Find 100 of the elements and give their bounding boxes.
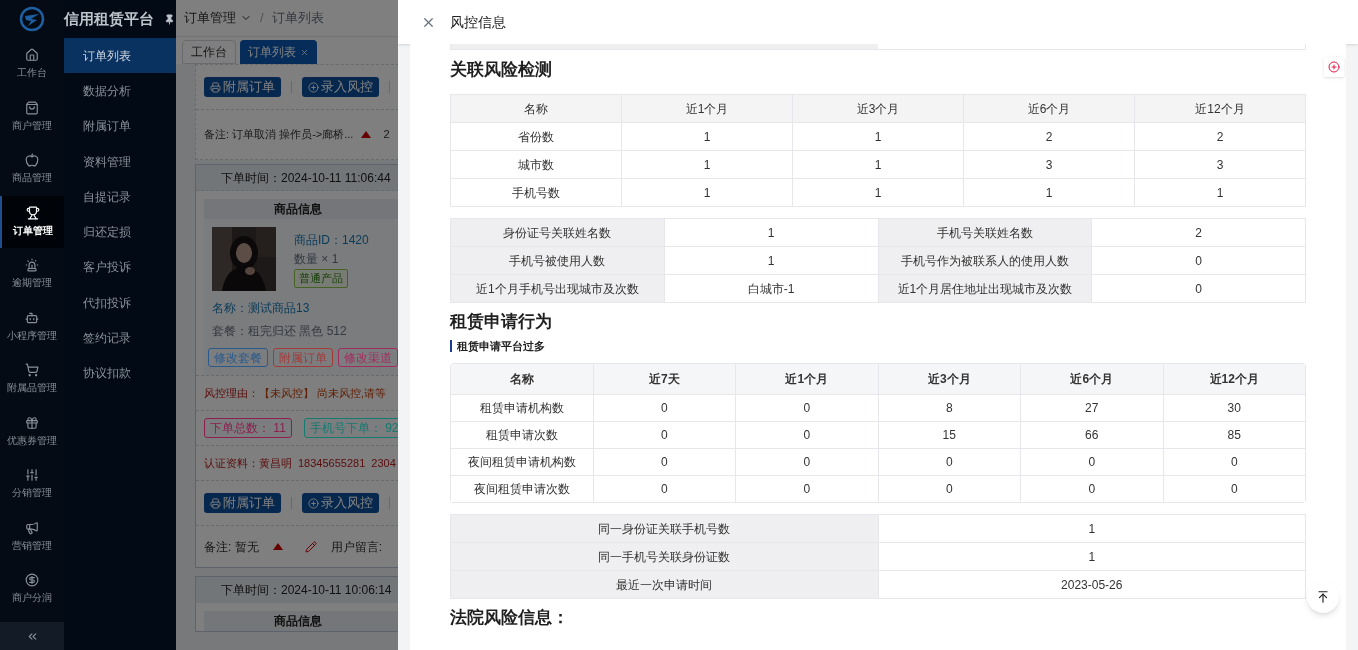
table-cell: 省份数	[450, 122, 622, 151]
action-button[interactable]: 附属订单	[204, 493, 281, 513]
table-cell: 1	[792, 150, 964, 179]
nav-icon	[25, 258, 39, 273]
quantity-text: 数量 × 1	[294, 251, 340, 268]
nav-item[interactable]: 分销管理	[0, 458, 64, 511]
submenu-item[interactable]: 自提记录	[64, 179, 176, 215]
nav-item[interactable]: 商户管理	[0, 90, 64, 143]
note-extra: 2	[383, 127, 390, 143]
value-cell: 1	[878, 514, 1306, 543]
page-tab[interactable]: 工作台	[182, 40, 236, 64]
table-cell: 0	[878, 475, 1021, 503]
table-cell: 3	[963, 150, 1135, 179]
column-header: 名称	[450, 363, 593, 395]
table-cell: 租赁申请次数	[450, 421, 593, 449]
table-cell: 1	[792, 178, 964, 207]
table-cell: 0	[593, 475, 736, 503]
submenu-item[interactable]: 协议扣款	[64, 355, 176, 391]
nav-icon	[26, 205, 40, 220]
table-cell: 2	[963, 122, 1135, 151]
order-time: 下单时间：2024-10-11 11:06:44	[221, 169, 391, 187]
risk-label: 风控理由：	[204, 385, 259, 401]
table-cell: 1	[963, 178, 1135, 207]
table-cell: 0	[1020, 475, 1163, 503]
auth-id: 2304	[371, 455, 396, 471]
table-cell: 手机号数	[450, 178, 622, 207]
column-header: 近12个月	[1163, 363, 1306, 395]
table-cell: 0	[1020, 448, 1163, 476]
add-button[interactable]	[1324, 57, 1344, 77]
value-cell: 白城市-1	[664, 274, 878, 303]
nav-icon	[25, 468, 39, 483]
nav-item[interactable]: 营销管理	[0, 510, 64, 563]
close-icon[interactable]	[300, 47, 309, 57]
submenu-item[interactable]: 归还定损	[64, 214, 176, 250]
breadcrumb-current: 订单列表	[271, 9, 324, 28]
table-cell: 1	[621, 178, 793, 207]
label-cell: 近1个月手机号出现城市及次数	[450, 274, 665, 303]
plus-icon	[308, 497, 319, 509]
breadcrumb-link[interactable]: 订单管理	[184, 8, 252, 28]
submenu-item[interactable]: 代扣投诉	[64, 285, 176, 321]
table-cell: 0	[1163, 475, 1306, 503]
section-header: 商品信息	[204, 199, 398, 219]
table-cell: 0	[1163, 448, 1306, 476]
print-icon	[210, 81, 221, 93]
action-button[interactable]: 录入风控	[302, 493, 379, 513]
pin-icon[interactable]	[164, 13, 175, 25]
submenu-item[interactable]: 签约记录	[64, 320, 176, 356]
table-cell: 0	[735, 421, 878, 449]
table-cell: 0	[735, 448, 878, 476]
label-cell: 身份证号关联姓名数	[450, 218, 665, 247]
nav-item[interactable]: 优惠券管理	[0, 405, 64, 458]
nav-item[interactable]: 附属品管理	[0, 353, 64, 406]
submenu-item[interactable]: 资料管理	[64, 143, 176, 180]
table-cell: 1	[792, 122, 964, 151]
nav-icon	[25, 415, 39, 430]
submenu-item[interactable]: 数据分析	[64, 73, 176, 109]
count-tag: 下单总数： 11	[204, 418, 292, 438]
app-title: 信用租赁平台	[64, 8, 154, 29]
value-cell: 2023-05-26	[878, 570, 1306, 599]
label-cell: 手机号关联姓名数	[878, 218, 1092, 247]
note-text: 备注: 暂无	[204, 538, 259, 556]
section-title: 租赁申请行为	[450, 312, 553, 332]
submenu-item[interactable]: 订单列表	[64, 38, 176, 74]
column-header: 近1个月	[735, 363, 878, 395]
action-button[interactable]: 附属订单	[204, 77, 281, 97]
label-cell: 近1个月居住地址出现城市及次数	[878, 274, 1092, 303]
nav-icon	[25, 48, 39, 63]
label-cell: 手机号作为被联系人的使用人数	[878, 246, 1092, 275]
label-cell: 最近一次申请时间	[450, 570, 878, 599]
table-cell: 0	[593, 394, 736, 422]
message-label: 用户留言:	[330, 538, 382, 556]
column-header: 名称	[450, 94, 622, 123]
table-cell: 1	[621, 150, 793, 179]
table-cell: 夜间租赁申请机构数	[450, 448, 593, 476]
triangle-icon	[272, 543, 283, 550]
count-tag: 手机号下单： 92	[303, 418, 398, 438]
column-header: 近12个月	[1134, 94, 1306, 123]
nav-item[interactable]: 工作台	[0, 38, 64, 91]
nav-item[interactable]: 商户分润	[0, 563, 64, 616]
submenu-item[interactable]: 附属订单	[64, 108, 176, 144]
plus-icon	[1328, 61, 1340, 73]
table-cell: 1	[621, 122, 793, 151]
column-header: 近6个月	[963, 94, 1135, 123]
submenu-item[interactable]: 客户投诉	[64, 249, 176, 286]
product-id: 商品ID：1420	[294, 232, 369, 249]
column-header: 近3个月	[878, 363, 1021, 395]
nav-item[interactable]: 逾期管理	[0, 248, 64, 301]
action-button[interactable]: 录入风控	[302, 77, 379, 97]
nav-item[interactable]: 订单管理	[0, 195, 64, 248]
page-tab[interactable]: 订单列表	[240, 40, 317, 64]
nav-item[interactable]: 小程序管理	[0, 300, 64, 353]
value-cell: 2	[1091, 218, 1306, 247]
value-cell: 1	[878, 542, 1306, 571]
product-name: 名称：测试商品13	[211, 300, 311, 317]
value-cell: 0	[1091, 246, 1306, 275]
nav-item[interactable]: 商品管理	[0, 143, 64, 196]
pencil-icon[interactable]	[304, 540, 317, 553]
table-cell: 0	[593, 448, 736, 476]
table-cell: 租赁申请机构数	[450, 394, 593, 422]
arrow-up-icon	[1316, 590, 1330, 604]
